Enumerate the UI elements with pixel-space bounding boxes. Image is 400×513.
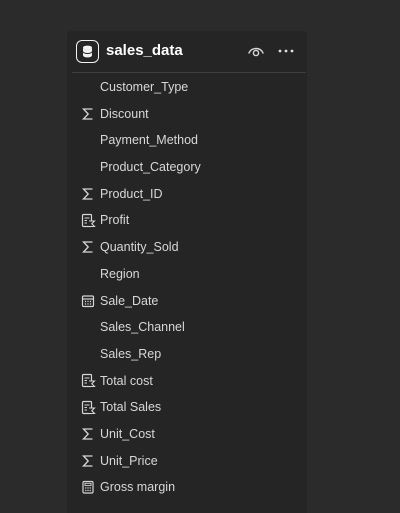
field-item-customer-type[interactable]: Customer_Type <box>67 74 307 101</box>
field-item-region[interactable]: Region <box>67 261 307 288</box>
measure-icon <box>80 399 96 415</box>
header-divider <box>72 72 306 73</box>
more-options-icon[interactable] <box>277 43 295 59</box>
field-label: Profit <box>100 213 130 228</box>
sigma-icon <box>80 453 96 469</box>
field-item-product-id[interactable]: Product_ID <box>67 181 307 208</box>
field-label: Sale_Date <box>100 293 159 308</box>
sigma-icon <box>80 426 96 442</box>
field-item-sale-date[interactable]: Sale_Date <box>67 288 307 315</box>
field-label: Product_Category <box>100 160 201 175</box>
field-item-sales-channel[interactable]: Sales_Channel <box>67 314 307 341</box>
field-item-profit[interactable]: Profit <box>67 207 307 234</box>
field-item-unit-price[interactable]: Unit_Price <box>67 448 307 475</box>
field-item-gross-margin[interactable]: Gross margin <box>67 474 307 501</box>
field-label: Gross margin <box>100 480 176 495</box>
field-label: Discount <box>100 106 149 121</box>
field-item-payment-method[interactable]: Payment_Method <box>67 127 307 154</box>
field-label: Payment_Method <box>100 133 198 148</box>
field-item-quantity-sold[interactable]: Quantity_Sold <box>67 234 307 261</box>
measure-icon <box>80 373 96 389</box>
sigma-icon <box>80 106 96 122</box>
field-label: Region <box>100 266 140 281</box>
field-label: Sales_Rep <box>100 346 162 361</box>
sigma-icon <box>80 239 96 255</box>
field-label: Total Sales <box>100 400 162 415</box>
field-item-total-sales[interactable]: Total Sales <box>67 394 307 421</box>
field-item-sales-rep[interactable]: Sales_Rep <box>67 341 307 368</box>
table-field-card: sales_data Customer_Type Discount Paymen… <box>67 31 307 513</box>
eye-icon[interactable] <box>247 43 265 59</box>
calendar-icon <box>80 293 96 309</box>
table-header[interactable]: sales_data <box>67 31 307 71</box>
field-label: Total cost <box>100 373 153 388</box>
sigma-icon <box>80 186 96 202</box>
database-icon <box>76 40 99 63</box>
field-item-total-cost[interactable]: Total cost <box>67 368 307 395</box>
calculator-icon <box>80 479 96 495</box>
field-label: Unit_Price <box>100 453 158 468</box>
table-name[interactable]: sales_data <box>106 41 183 61</box>
field-label: Quantity_Sold <box>100 240 179 255</box>
measure-icon <box>80 212 96 228</box>
field-label: Product_ID <box>100 186 163 201</box>
field-item-discount[interactable]: Discount <box>67 101 307 128</box>
field-label: Sales_Channel <box>100 320 185 335</box>
field-label: Customer_Type <box>100 80 189 94</box>
field-item-unit-cost[interactable]: Unit_Cost <box>67 421 307 448</box>
field-label: Unit_Cost <box>100 426 155 441</box>
field-item-product-category[interactable]: Product_Category <box>67 154 307 181</box>
field-list: Customer_Type Discount Payment_Method Pr… <box>67 74 307 501</box>
